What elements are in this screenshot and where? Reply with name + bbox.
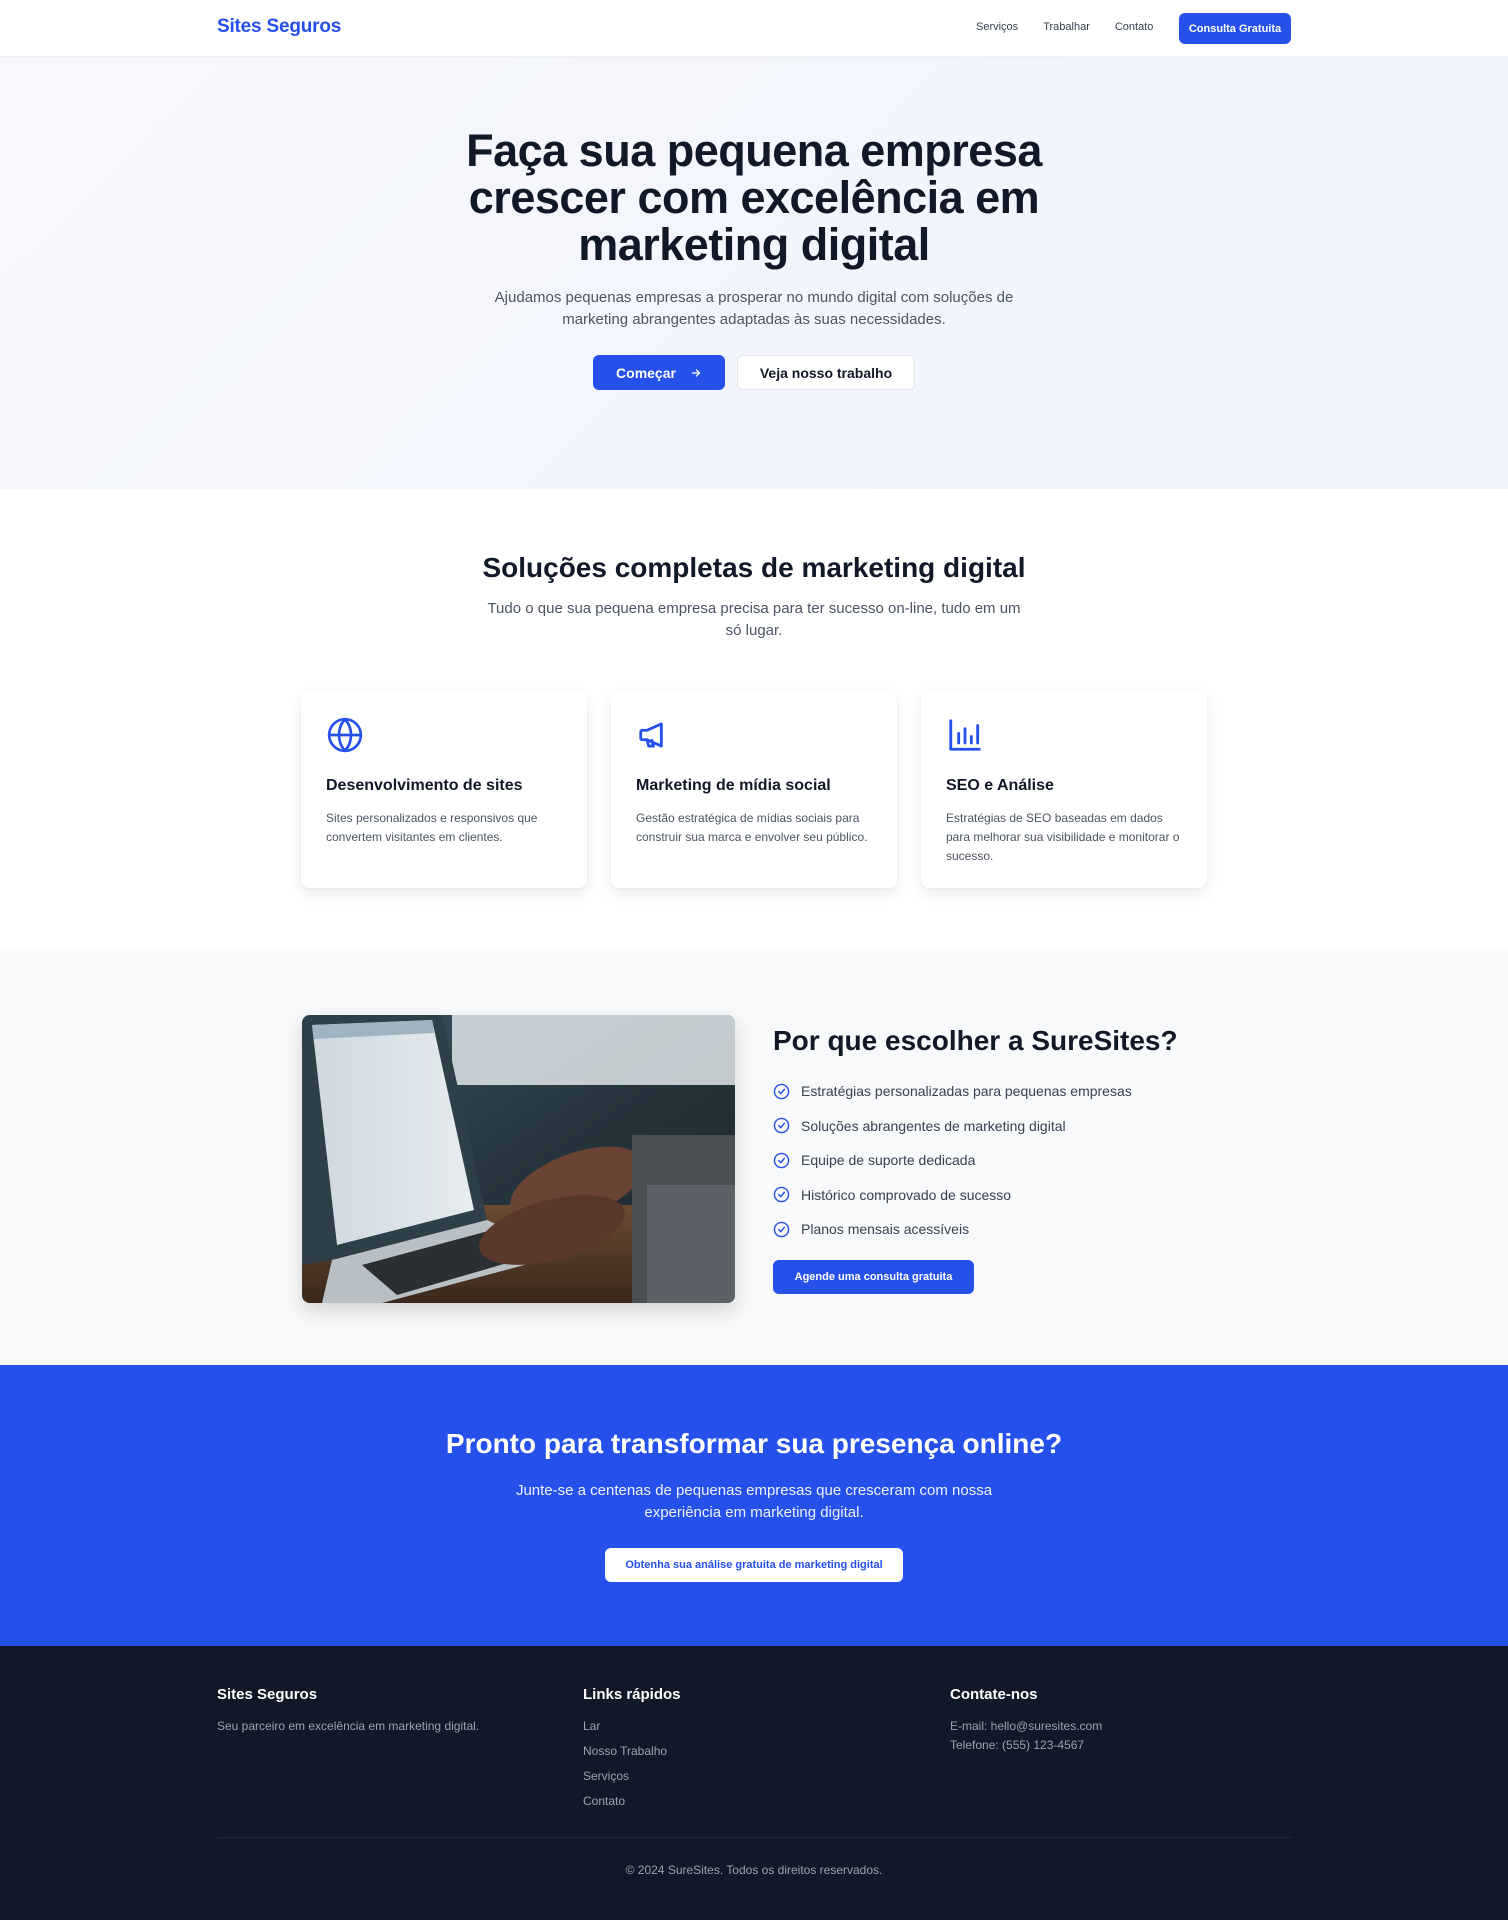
check-circle-icon	[773, 1221, 790, 1238]
benefits-list: Estratégias personalizadas para pequenas…	[773, 1074, 1132, 1247]
nav-link-trabalhar[interactable]: Trabalhar	[1043, 21, 1090, 33]
footer-tagline: Seu parceiro em excelência em marketing …	[217, 1719, 480, 1733]
benefit-text: Estratégias personalizadas para pequenas…	[801, 1083, 1132, 1100]
list-item: Equipe de suporte dedicada	[773, 1143, 1132, 1178]
service-card-text: Sites personalizados e responsivos que c…	[326, 811, 538, 844]
services-section: Soluções completas de marketing digital …	[0, 489, 1508, 951]
footer-email[interactable]: E-mail: hello@suresites.com	[950, 1717, 1102, 1736]
list-item: Histórico comprovado de sucesso	[773, 1178, 1132, 1213]
service-card-title: Desenvolvimento de sites	[326, 777, 523, 794]
list-item: Planos mensais acessíveis	[773, 1212, 1132, 1247]
copyright-text: © 2024 SureSites. Todos os direitos rese…	[625, 1863, 883, 1877]
site-header: Sites Seguros Serviços Trabalhar Contato…	[0, 0, 1508, 57]
nav-link-servicos[interactable]: Serviços	[976, 21, 1018, 33]
hero-section: Faça sua pequena empresa crescer com exc…	[0, 57, 1508, 489]
check-circle-icon	[773, 1083, 790, 1100]
benefit-text: Planos mensais acessíveis	[801, 1221, 970, 1238]
hero-title: Faça sua pequena empresa crescer com exc…	[466, 125, 1042, 270]
footer-brand-column: Sites Seguros Seu parceiro em excelência…	[217, 1686, 479, 1736]
globe-icon	[327, 717, 363, 753]
arrow-right-icon	[691, 368, 701, 377]
footer-link-lar[interactable]: Lar	[583, 1717, 681, 1742]
schedule-consultation-button[interactable]: Agende uma consulta gratuita	[773, 1260, 974, 1294]
footer-brand: Sites Seguros	[217, 1686, 318, 1703]
footer-contact-title: Contate-nos	[950, 1686, 1038, 1703]
service-card-text: Estratégias de SEO baseadas em dados par…	[946, 811, 1180, 863]
service-card-title: SEO e Análise	[946, 777, 1054, 794]
cta-section: Pronto para transformar sua presença onl…	[0, 1365, 1508, 1646]
brand-logo[interactable]: Sites Seguros	[217, 16, 341, 38]
footer-link-servicos[interactable]: Serviços	[583, 1767, 681, 1792]
benefit-text: Histórico comprovado de sucesso	[801, 1186, 1012, 1203]
check-circle-icon	[773, 1152, 790, 1169]
check-circle-icon	[773, 1117, 790, 1134]
service-card-title: Marketing de mídia social	[636, 777, 831, 794]
free-analysis-button[interactable]: Obtenha sua análise gratuita de marketin…	[605, 1548, 903, 1582]
service-card-text: Gestão estratégica de mídias sociais par…	[636, 811, 868, 844]
site-footer: Sites Seguros Seu parceiro em excelência…	[0, 1646, 1508, 1920]
benefit-text: Equipe de suporte dedicada	[801, 1152, 976, 1169]
get-started-label: Começar	[616, 364, 676, 381]
cta-title: Pronto para transformar sua presença onl…	[445, 1428, 1063, 1459]
footer-contact-column: Contate-nos E-mail: hello@suresites.com …	[950, 1686, 1102, 1755]
service-card-websites[interactable]: Desenvolvimento de sites Sites personali…	[301, 691, 587, 888]
get-started-button[interactable]: Começar	[593, 355, 725, 390]
nav-link-contato[interactable]: Contato	[1115, 21, 1154, 33]
services-title: Soluções completas de marketing digital	[482, 552, 1026, 583]
benefit-text: Soluções abrangentes de marketing digita…	[801, 1117, 1066, 1134]
list-item: Soluções abrangentes de marketing digita…	[773, 1109, 1132, 1144]
why-title: Por que escolher a SureSites?	[773, 1025, 1178, 1056]
footer-link-contato[interactable]: Contato	[583, 1792, 681, 1817]
footer-divider	[217, 1837, 1291, 1838]
see-our-work-button[interactable]: Veja nosso trabalho	[737, 355, 915, 390]
services-subtitle: Tudo o que sua pequena empresa precisa p…	[487, 600, 1021, 639]
service-card-social[interactable]: Marketing de mídia social Gestão estraté…	[611, 691, 897, 888]
megaphone-icon	[639, 722, 663, 748]
main-nav: Serviços Trabalhar Contato	[976, 21, 1153, 33]
footer-links-title: Links rápidos	[583, 1686, 681, 1703]
footer-phone: Telefone: (555) 123-4567	[950, 1738, 1085, 1752]
cta-subtitle: Junte-se a centenas de pequenas empresas…	[515, 1482, 993, 1521]
laptop-typing-photo	[302, 1015, 735, 1303]
free-consultation-button[interactable]: Consulta Gratuita	[1179, 13, 1291, 44]
bar-chart-icon	[949, 719, 981, 751]
hero-subtitle: Ajudamos pequenas empresas a prosperar n…	[494, 289, 1014, 328]
check-circle-icon	[773, 1186, 790, 1203]
why-section: Por que escolher a SureSites? Estratégia…	[0, 951, 1508, 1365]
footer-link-nosso-trabalho[interactable]: Nosso Trabalho	[583, 1742, 681, 1767]
footer-links-column: Links rápidos Lar Nosso Trabalho Serviço…	[583, 1686, 681, 1817]
list-item: Estratégias personalizadas para pequenas…	[773, 1074, 1132, 1109]
service-card-seo[interactable]: SEO e Análise Estratégias de SEO baseada…	[921, 691, 1207, 888]
